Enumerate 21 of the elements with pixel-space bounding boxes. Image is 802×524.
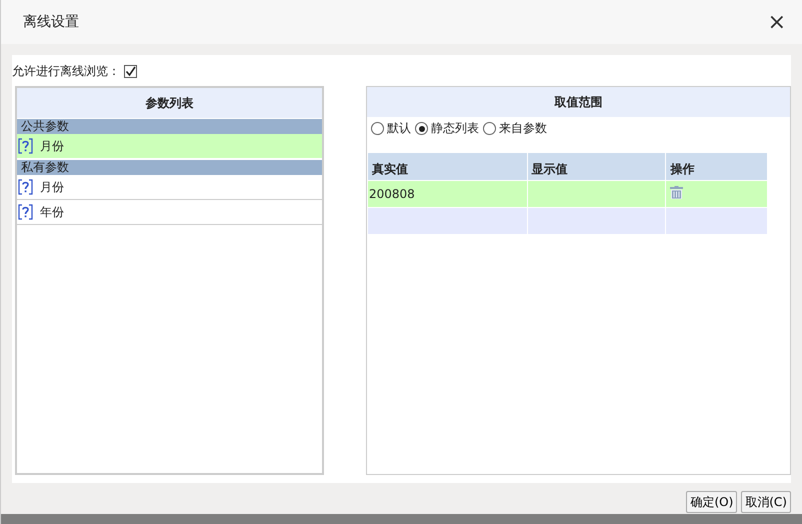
- question-icon: [18, 204, 33, 220]
- dialog-button[interactable]: 取消(C): [741, 491, 791, 513]
- column-header: 显示值: [527, 152, 666, 180]
- group-header: 公共参数: [17, 119, 322, 134]
- radio-option[interactable]: 来自参数: [483, 120, 547, 137]
- panel-header: 取值范围: [367, 87, 790, 117]
- window-title: 离线设置: [23, 13, 79, 31]
- table-cell: 200808: [368, 180, 528, 208]
- parameter-item[interactable]: 月份: [17, 134, 322, 159]
- question-icon: [18, 138, 33, 154]
- radio-option[interactable]: 静态列表: [415, 120, 479, 137]
- column-header: 真实值: [368, 152, 528, 180]
- panel-header: 参数列表: [17, 88, 322, 118]
- radio-option[interactable]: 默认: [371, 120, 411, 137]
- column-header: 操作: [666, 152, 768, 180]
- question-icon: [18, 179, 33, 195]
- offline-label: 允许进行离线浏览：: [12, 62, 120, 80]
- dialog-button[interactable]: 确定(O): [686, 491, 738, 513]
- close-button[interactable]: ×: [768, 10, 786, 34]
- offline-checkbox[interactable]: [124, 64, 137, 78]
- group-header: 私有参数: [17, 160, 322, 175]
